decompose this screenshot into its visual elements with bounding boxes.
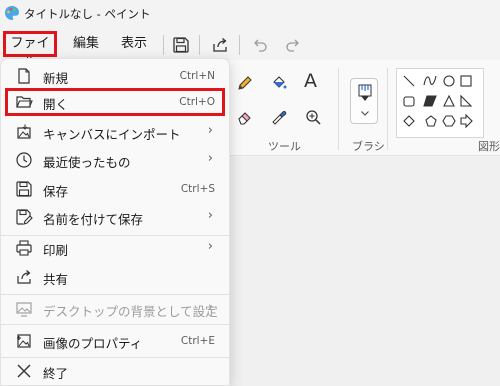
toolbar-divider [199, 35, 200, 55]
menu-item-label: 終了 [43, 366, 69, 381]
window-title: タイトルなし - ペイント [24, 7, 151, 21]
shapes-group-label: 図形 [478, 140, 500, 153]
menu-item-label: 共有 [43, 272, 69, 287]
menu-item-open[interactable]: 開く Ctrl+O [5, 88, 225, 116]
color-picker-icon[interactable] [270, 108, 288, 126]
menu-item-label: 印刷 [43, 243, 69, 258]
toolbar-divider [163, 35, 164, 55]
menu-item-print[interactable]: 印刷 › [5, 234, 225, 262]
menu-item-import-to-canvas[interactable]: キャンバスにインポート › [5, 118, 225, 146]
text-tool-icon[interactable]: A [304, 72, 322, 91]
ribbon-divider [387, 68, 388, 150]
shortcut-label: Ctrl+S [180, 183, 215, 195]
menu-item-label: デスクトップの背景として設定 [43, 304, 218, 319]
menu-item-label: 新規 [43, 71, 69, 86]
pentagon-shape-icon [425, 115, 437, 127]
chevron-right-icon: › [207, 239, 213, 254]
menu-item-label: 画像のプロパティ [43, 336, 143, 351]
arrow-shape-icon [460, 113, 473, 129]
menu-item-label: 最近使ったもの [43, 155, 131, 170]
hexagon-shape-icon [442, 115, 456, 127]
menu-item-label: 開く [43, 97, 69, 112]
menu-item-label: 名前を付けて保存 [43, 212, 144, 227]
line-shape-icon [403, 75, 415, 87]
pencil-icon[interactable] [236, 74, 254, 92]
chevron-right-icon: › [207, 151, 213, 166]
menu-divider [1, 324, 229, 325]
undo-icon[interactable] [250, 35, 270, 55]
eraser-icon[interactable] [236, 108, 254, 126]
menu-item-share[interactable]: 共有 [5, 263, 225, 291]
redo-icon[interactable] [283, 35, 303, 55]
folder-open-icon [16, 96, 33, 108]
shortcut-label: Ctrl+E [180, 335, 215, 347]
import-image-icon [17, 124, 31, 139]
share-icon [17, 270, 31, 284]
new-file-icon [18, 68, 30, 84]
share-icon[interactable] [210, 35, 230, 55]
desktop-background-icon [16, 302, 32, 317]
close-icon [17, 364, 31, 378]
save-icon[interactable] [171, 35, 191, 55]
fill-bucket-icon[interactable] [270, 74, 288, 92]
menu-item-new[interactable]: 新規 Ctrl+N [5, 62, 225, 90]
menu-item-label: キャンバスにインポート [43, 127, 181, 142]
chevron-down-icon [361, 111, 369, 116]
title-bar: タイトルなし - ペイント [0, 0, 500, 28]
view-menu-button[interactable]: 表示 [118, 31, 150, 57]
printer-icon [16, 240, 32, 256]
shapes-gallery [396, 68, 484, 138]
menu-item-save-as[interactable]: 名前を付けて保存 › [5, 203, 225, 231]
rectangle-shape-icon [460, 75, 472, 87]
shortcut-label: Ctrl+N [179, 70, 215, 82]
chevron-right-icon: › [207, 208, 213, 223]
image-properties-icon [17, 334, 31, 348]
menu-item-save[interactable]: 保存 Ctrl+S [5, 175, 225, 203]
menu-item-image-properties[interactable]: 画像のプロパティ Ctrl+E [5, 327, 225, 355]
edit-menu-button[interactable]: 編集 [70, 31, 102, 57]
tools-group-label: ツール [268, 140, 301, 153]
save-icon [16, 181, 32, 197]
shortcut-label: Ctrl+O [179, 96, 215, 108]
shapes-gallery-icons [403, 75, 473, 129]
brush-group-label: ブラシ [352, 140, 385, 153]
menu-item-label: 保存 [43, 184, 69, 199]
menu-item-exit[interactable]: 終了 [5, 357, 225, 385]
chevron-right-icon: › [207, 300, 213, 315]
menu-item-recent[interactable]: 最近使ったもの › [5, 146, 225, 174]
paint-app-icon [5, 6, 19, 20]
clock-icon [16, 152, 32, 168]
polygon-shape-icon [423, 95, 437, 107]
right-triangle-shape-icon [460, 94, 473, 107]
chevron-right-icon: › [207, 123, 213, 138]
ribbon-divider [338, 68, 339, 150]
brush-selector[interactable] [350, 78, 378, 124]
menu-bar: ファイル 編集 表示 [0, 28, 500, 71]
toolbar-divider [239, 35, 240, 55]
rounded-rectangle-shape-icon [403, 96, 415, 107]
file-menu: 新規 Ctrl+N 開く Ctrl+O キャンバスにインポート › 最近使ったも… [0, 58, 230, 386]
oval-shape-icon [443, 75, 455, 87]
menu-item-set-desktop-background[interactable]: デスクトップの背景として設定 › [5, 295, 225, 323]
magnifier-icon[interactable] [304, 108, 322, 126]
triangle-shape-icon [443, 94, 455, 107]
file-menu-button[interactable]: ファイル [3, 31, 57, 71]
brush-icon [358, 84, 372, 101]
curve-shape-icon [423, 75, 437, 86]
diamond-shape-icon [403, 115, 415, 127]
save-as-icon [16, 209, 33, 225]
